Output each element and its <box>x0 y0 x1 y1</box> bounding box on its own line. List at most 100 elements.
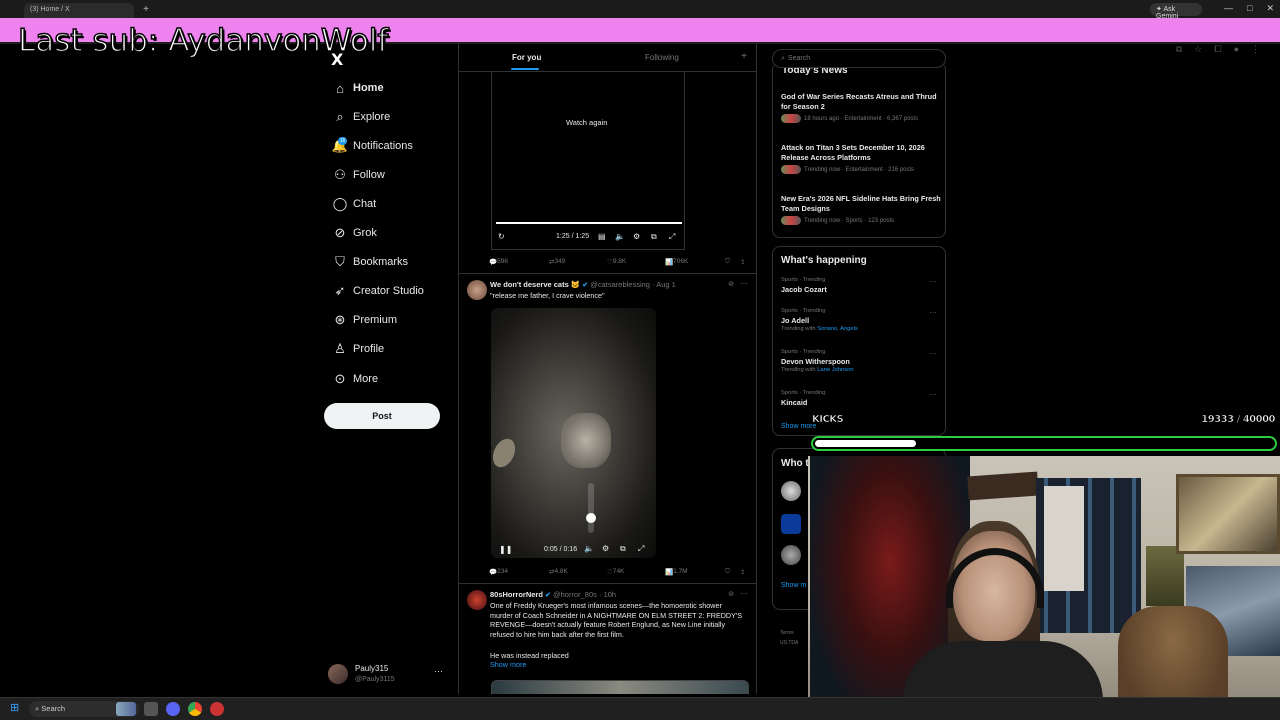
tweet-menu-icon[interactable]: ··· <box>740 589 748 598</box>
notification-badge: 16 <box>338 137 347 145</box>
add-tab-icon[interactable]: + <box>741 51 747 62</box>
maximize-button[interactable]: □ <box>1247 3 1252 14</box>
pause-icon[interactable]: ❚❚ <box>499 545 512 554</box>
trend-menu-icon[interactable]: ··· <box>929 308 937 317</box>
share-icon[interactable]: ⧉ <box>1176 44 1182 55</box>
browser-tab[interactable]: (3) Home / X <box>24 3 134 18</box>
nav-item-bookmarks[interactable]: ⛉ Bookmarks <box>323 250 453 274</box>
tweet-author[interactable]: 80sHorrorNerd ✔ @horror_80s · 10h <box>490 590 616 599</box>
trend-menu-icon[interactable]: ··· <box>929 390 937 399</box>
views-button[interactable]: 📊 706K <box>665 258 688 266</box>
tweet-avatar[interactable] <box>467 280 487 300</box>
trend-item[interactable]: Sports · Trending Jo Adell Trending with S… <box>781 308 941 332</box>
video-player[interactable]: Watch again ↻ 1:25 / 1:25 ▤ 🔈 ⚙ ⧉ ⤢ <box>491 72 685 250</box>
settings-icon[interactable]: ⚙ <box>602 544 609 553</box>
volume-icon[interactable]: 🔈 <box>584 544 594 553</box>
tweet-menu-icon[interactable]: ··· <box>740 279 748 288</box>
bookmark-icon[interactable]: ⛉ <box>725 258 730 266</box>
trend-item[interactable]: Sports · Trending Jacob Cozart ··· <box>781 277 941 294</box>
repost-button[interactable]: ⇄ 349 <box>549 258 565 266</box>
new-tab-button[interactable]: + <box>140 4 152 16</box>
reply-count: 234 <box>497 568 508 575</box>
video-progress-bar[interactable] <box>496 222 682 224</box>
terms-link[interactable]: Terms <box>780 628 798 638</box>
views-button[interactable]: 📊 1.7M <box>665 568 688 576</box>
file-explorer-icon[interactable] <box>144 702 158 716</box>
taskbar-widget-icon[interactable] <box>116 702 136 716</box>
tab-following[interactable]: Following <box>645 53 679 62</box>
menu-icon[interactable]: ⋮ <box>1251 44 1260 55</box>
tweet-author[interactable]: We don't deserve cats 🐱 ✔ @catsareblessi… <box>490 280 676 289</box>
tweet-avatar[interactable] <box>467 590 487 610</box>
nav-item-follow[interactable]: ⚇ Follow <box>323 163 453 187</box>
nav-item-profile[interactable]: ♙ Profile <box>323 337 453 361</box>
obs-icon[interactable] <box>210 702 224 716</box>
show-more-link[interactable]: Show more <box>490 660 745 670</box>
discord-icon[interactable] <box>166 702 180 716</box>
news-item[interactable]: God of War Series Recasts Atreus and Thr… <box>781 92 941 123</box>
reply-button[interactable]: 💬 596 <box>489 258 508 266</box>
account-switcher[interactable]: Pauly315 @Pauly3115 ··· <box>328 660 453 690</box>
replay-icon[interactable]: ↻ <box>498 232 505 241</box>
follow-suggestion-avatar[interactable] <box>781 514 801 534</box>
news-title: God of War Series Recasts Atreus and Thr… <box>781 92 937 111</box>
news-item[interactable]: New Era's 2026 NFL Sideline Hats Bring F… <box>781 194 941 225</box>
ask-gemini-button[interactable]: ✦ Ask Gemini <box>1150 3 1202 20</box>
search-input[interactable]: ⌕ Search <box>772 49 946 68</box>
settings-icon[interactable]: ⚙ <box>633 232 640 241</box>
follow-suggestion-avatar[interactable] <box>781 545 801 565</box>
news-meta: Trending now · Sports · 123 posts <box>804 217 895 224</box>
nav-item-more[interactable]: ⊙ More <box>323 367 453 391</box>
follow-suggestion-avatar[interactable] <box>781 481 801 501</box>
pip-icon[interactable]: ⧉ <box>620 544 626 554</box>
extensions-icon[interactable]: ⧠ <box>1214 44 1221 55</box>
nav-item-explore[interactable]: ⌕ Explore <box>323 105 453 129</box>
volume-slider[interactable] <box>588 483 594 533</box>
tweet-media[interactable] <box>491 680 749 694</box>
volume-knob[interactable] <box>586 513 596 523</box>
nav-item-premium[interactable]: ⊛ Premium <box>323 308 453 332</box>
repost-button[interactable]: ⇄ 4.8K <box>549 568 568 576</box>
trend-related-link[interactable]: Soriano, Angels <box>817 326 858 332</box>
nav-item-label: Explore <box>353 111 391 123</box>
reply-button[interactable]: 💬 234 <box>489 568 508 576</box>
windows-start-icon[interactable]: ⊞ <box>10 703 21 714</box>
footer-link[interactable]: US.TDA <box>780 638 798 648</box>
minimize-button[interactable]: — <box>1224 3 1233 14</box>
trend-related-link[interactable]: Lane Johnson <box>817 367 853 373</box>
cat-video[interactable] <box>491 308 656 558</box>
like-button[interactable]: ♡ 74K <box>607 568 624 576</box>
nav-item-chat[interactable]: ◯ Chat <box>323 192 453 216</box>
trend-item[interactable]: Sports · Trending Kincaid ··· <box>781 390 941 407</box>
bookmark-icon[interactable]: ⛉ <box>725 568 730 576</box>
watch-again-button[interactable]: Watch again <box>566 118 607 127</box>
grok-icon[interactable]: ⊘ <box>728 280 734 288</box>
profile-avatar-icon[interactable]: ● <box>1234 44 1239 55</box>
captions-icon[interactable]: ▤ <box>598 232 606 241</box>
share-icon[interactable]: ⇪ <box>740 568 745 576</box>
grok-icon[interactable]: ⊘ <box>728 590 734 598</box>
post-button[interactable]: Post <box>324 403 440 429</box>
share-icon[interactable]: ⇪ <box>740 258 745 266</box>
close-window-button[interactable]: ✕ <box>1266 3 1274 14</box>
x-logo[interactable]: X <box>331 50 343 69</box>
fullscreen-icon[interactable]: ⤢ <box>669 232 675 242</box>
tab-for-you[interactable]: For you <box>512 53 541 62</box>
trend-menu-icon[interactable]: ··· <box>929 349 937 358</box>
like-button[interactable]: ♡ 9.8K <box>607 258 626 266</box>
trend-menu-icon[interactable]: ··· <box>929 277 937 286</box>
nav-item-notifications[interactable]: 🔔 16 Notifications <box>323 134 453 158</box>
star-icon[interactable]: ☆ <box>1194 44 1202 55</box>
tweet-actions: 💬 596 ⇄ 349 ♡ 9.8K 📊 706K ⛉ ⇪ <box>489 258 749 270</box>
chrome-icon[interactable] <box>188 702 202 716</box>
nav-item-creator-studio[interactable]: ➶ Creator Studio <box>323 279 453 303</box>
nav-item-home[interactable]: ⌂ Home <box>323 76 453 100</box>
volume-icon[interactable]: 🔈 <box>615 232 625 241</box>
nav-item-grok[interactable]: ⊘ Grok <box>323 221 453 245</box>
pip-icon[interactable]: ⧉ <box>651 232 657 242</box>
account-menu-icon[interactable]: ··· <box>434 666 443 676</box>
trend-item[interactable]: Sports · Trending Devon Witherspoon Trendi… <box>781 349 941 373</box>
show-more-link[interactable]: Show m <box>781 582 806 589</box>
news-item[interactable]: Attack on Titan 3 Sets December 10, 2026… <box>781 143 941 174</box>
fullscreen-icon[interactable]: ⤢ <box>638 544 644 554</box>
